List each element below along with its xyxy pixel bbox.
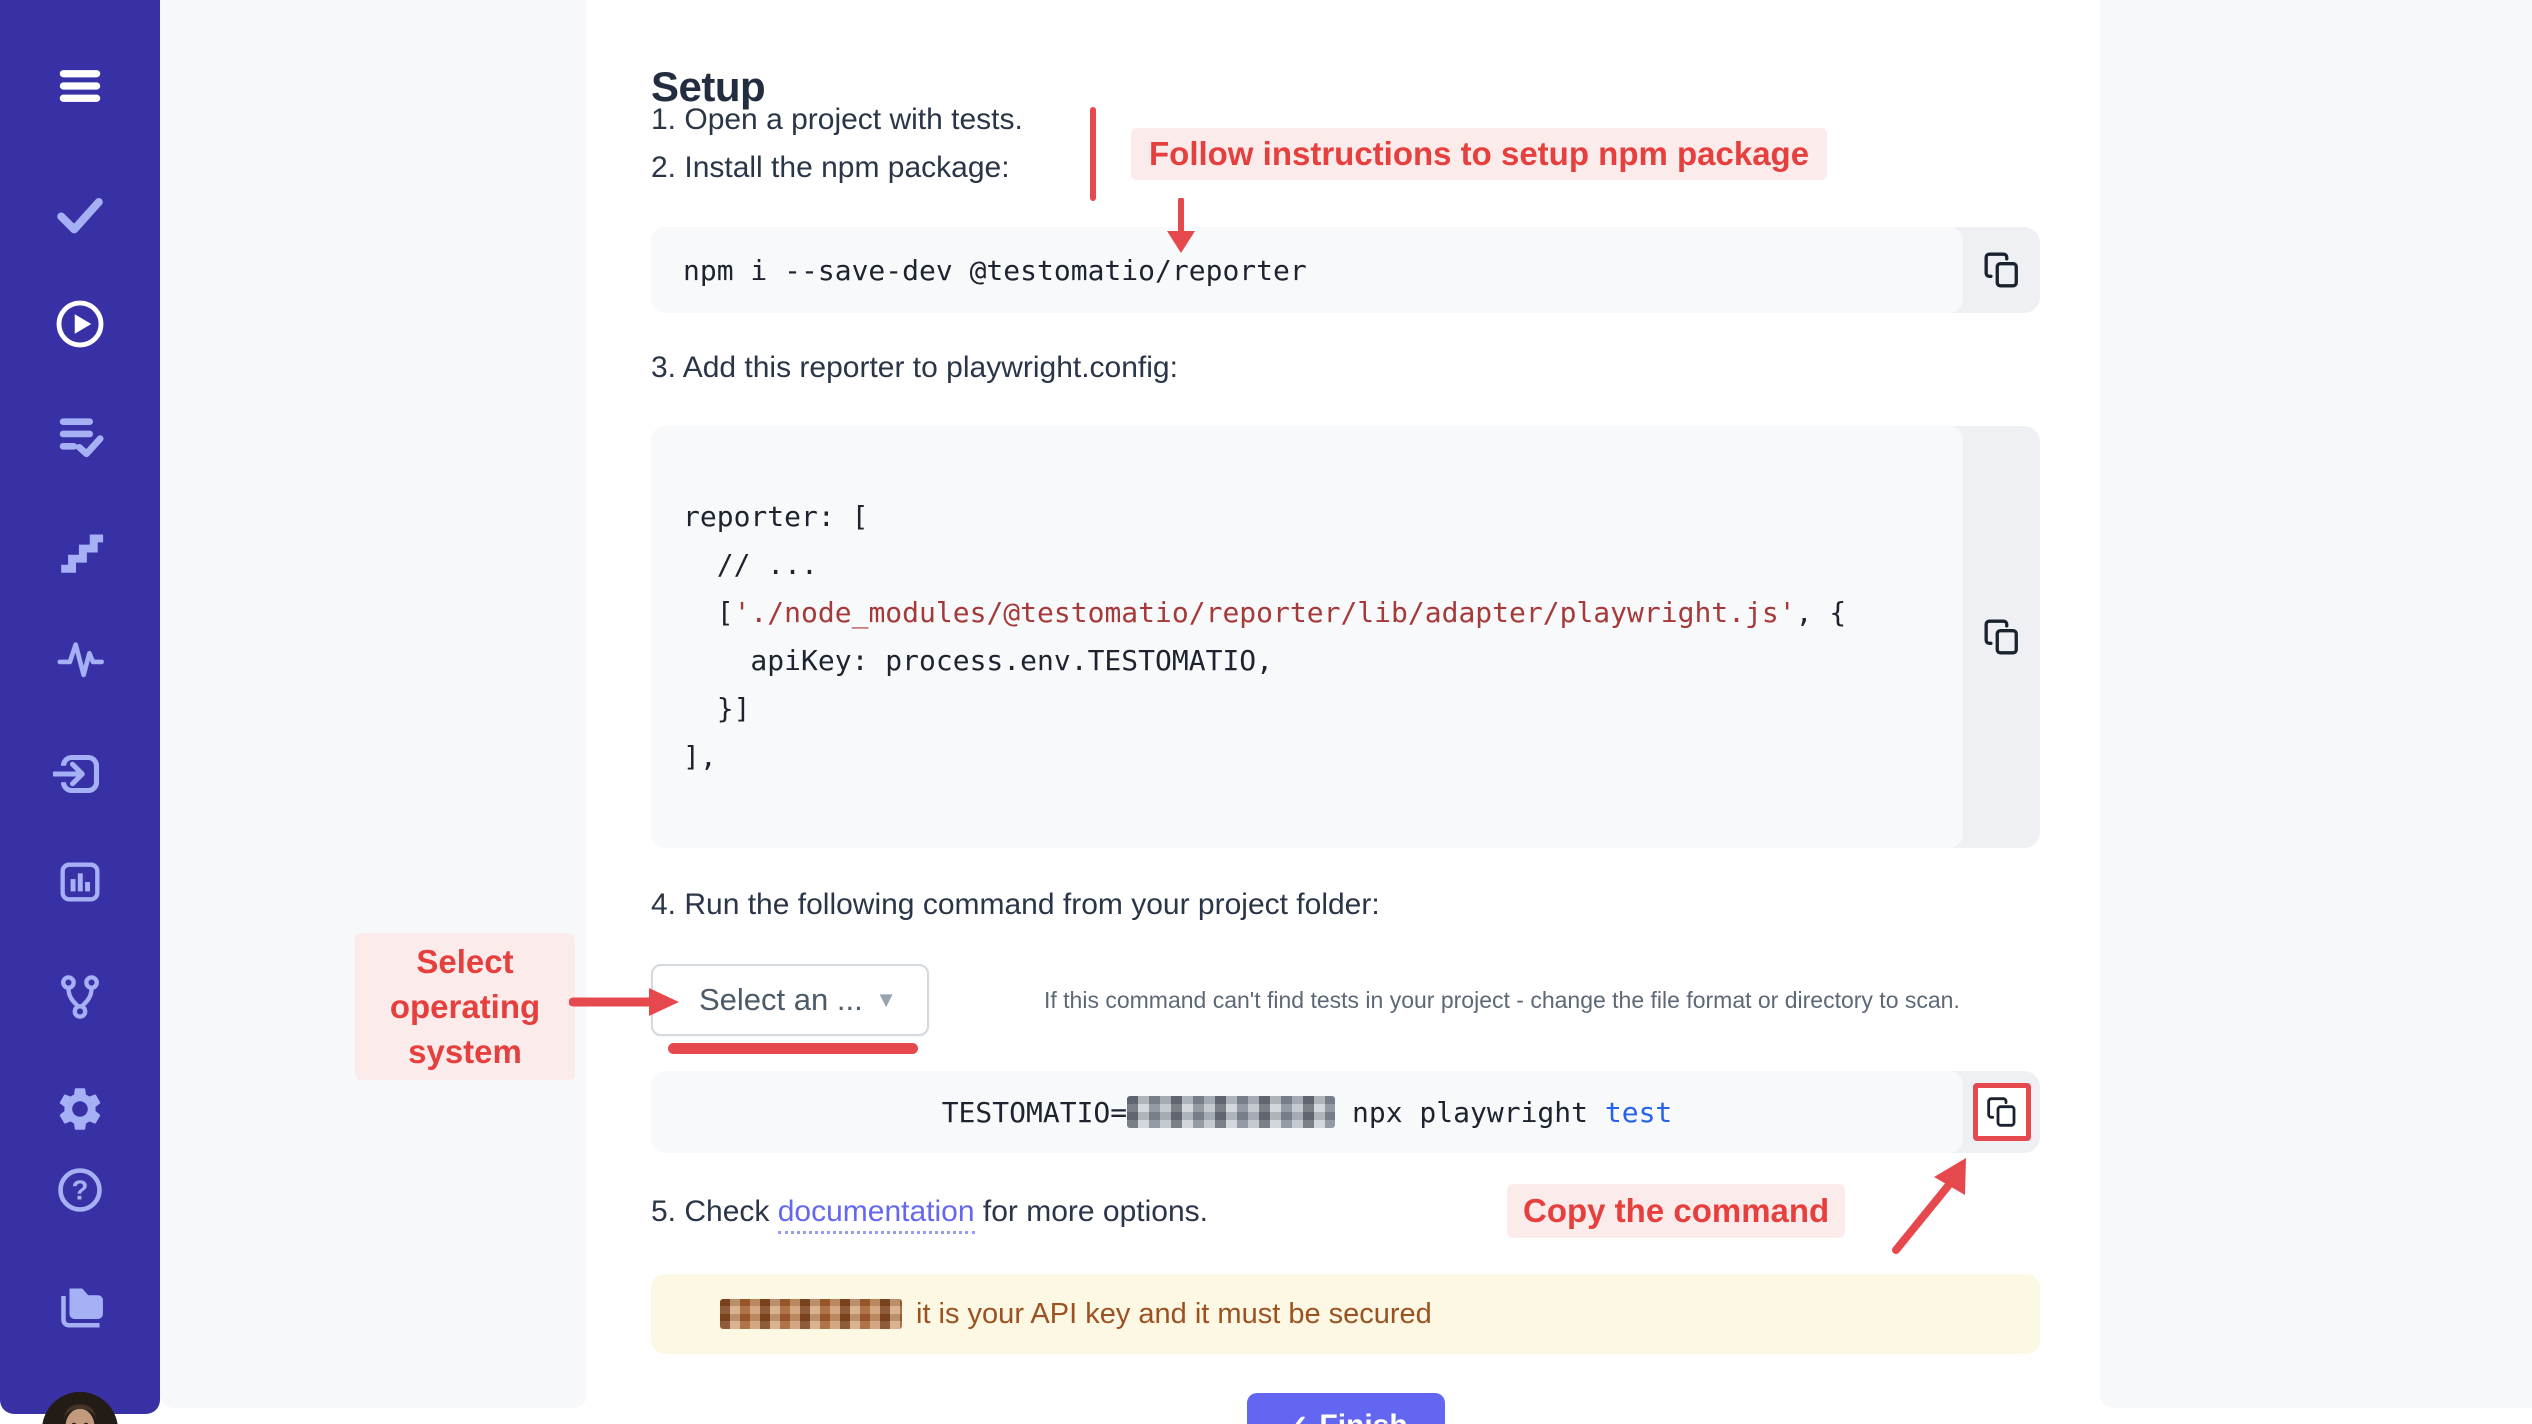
arrow-right-icon: [569, 984, 683, 1020]
step-2: 2. Install the npm package:: [651, 144, 1023, 192]
app-window: ? Setup 1. Open a project with: [0, 0, 2532, 1424]
finish-button[interactable]: ✓ Finish: [1247, 1393, 1445, 1424]
sidebar: ?: [0, 0, 160, 1414]
annotation-select-os: Select operating system: [355, 933, 575, 1080]
finish-button-label: Finish: [1319, 1409, 1407, 1424]
api-key-warning: it is your API key and it must be secure…: [651, 1274, 2040, 1354]
step-3: 3. Add this reporter to playwright.confi…: [651, 344, 1178, 392]
npm-install-command: npm i --save-dev @testomatio/reporter: [651, 227, 1963, 313]
list-check-icon[interactable]: [52, 407, 108, 463]
check-icon[interactable]: [52, 187, 108, 243]
npm-install-code-block: npm i --save-dev @testomatio/reporter: [651, 227, 2040, 313]
step-5-prefix: 5. Check: [651, 1195, 778, 1228]
arrow-down-icon: [1155, 198, 1207, 254]
gear-icon[interactable]: [52, 1081, 108, 1137]
sign-in-icon[interactable]: [52, 746, 108, 802]
svg-text:?: ?: [72, 1174, 89, 1205]
setup-steps-1-2: 1. Open a project with tests. 2. Install…: [651, 96, 1023, 192]
user-avatar[interactable]: [42, 1392, 118, 1424]
annotation-underline: [668, 1043, 918, 1054]
playwright-config-code: reporter: [ // ... ['./node_modules/@tes…: [651, 426, 1963, 848]
check-icon: ✓: [1284, 1409, 1309, 1424]
run-command-code-block: TESTOMATIO= npx playwright test: [651, 1071, 2040, 1153]
scan-helper-text: If this command can't find tests in your…: [1044, 985, 2044, 1015]
stairs-icon[interactable]: [52, 522, 108, 578]
run-command-prefix: TESTOMATIO=: [942, 1096, 1127, 1129]
run-command-middle: npx playwright: [1335, 1096, 1605, 1129]
run-command: TESTOMATIO= npx playwright test: [651, 1071, 1963, 1153]
branch-icon[interactable]: [52, 969, 108, 1025]
folders-icon[interactable]: [52, 1274, 108, 1330]
help-icon[interactable]: ?: [52, 1162, 108, 1218]
pulse-icon[interactable]: [52, 631, 108, 687]
step-4: 4. Run the following command from your p…: [651, 881, 1380, 929]
api-key-warning-text: it is your API key and it must be secure…: [916, 1298, 1432, 1331]
step-5: 5. Check documentation for more options.: [651, 1188, 1208, 1236]
documentation-link[interactable]: documentation: [778, 1195, 975, 1234]
copy-icon[interactable]: [1983, 618, 2021, 656]
os-select-dropdown[interactable]: Select an ... ▼: [651, 964, 929, 1036]
playwright-config-code-block: reporter: [ // ... ['./node_modules/@tes…: [651, 426, 2040, 848]
play-icon[interactable]: [52, 296, 108, 352]
menu-icon[interactable]: [52, 58, 108, 114]
arrow-up-right-icon: [1882, 1150, 1986, 1258]
chevron-down-icon: ▼: [875, 987, 897, 1013]
annotation-copy-command: Copy the command: [1507, 1184, 1845, 1238]
step-5-suffix: for more options.: [975, 1195, 1208, 1228]
copy-icon[interactable]: [1983, 251, 2021, 289]
annotation-npm: Follow instructions to setup npm package: [1131, 128, 1827, 180]
setup-panel: Setup 1. Open a project with tests. 2. I…: [587, 0, 2100, 1424]
redacted-api-key: [1127, 1096, 1335, 1128]
step-1: 1. Open a project with tests.: [651, 96, 1023, 144]
right-gutter: [2100, 0, 2532, 1408]
os-select-value: Select an ...: [699, 982, 863, 1018]
redacted-api-key: [720, 1299, 902, 1329]
left-gutter: [160, 0, 587, 1408]
copy-icon[interactable]: [1973, 1083, 2031, 1141]
bar-chart-icon[interactable]: [52, 854, 108, 910]
annotation-divider-line: [1090, 107, 1096, 201]
run-command-highlight: test: [1605, 1096, 1672, 1129]
